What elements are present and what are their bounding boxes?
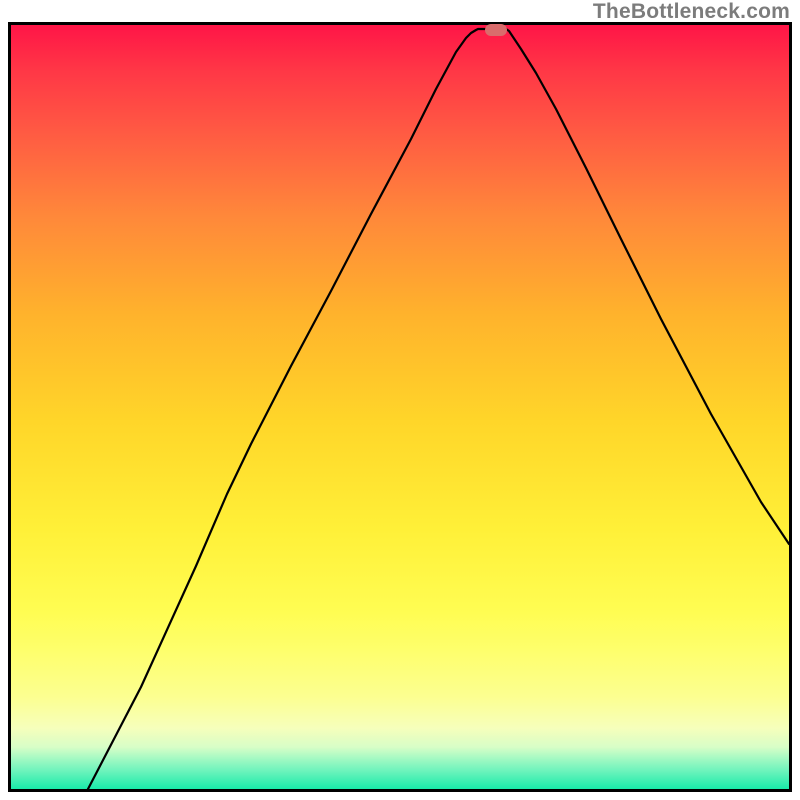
curve-path [88,29,789,789]
optimal-point-marker [485,24,507,36]
bottleneck-curve [11,25,789,789]
chart-frame [8,22,792,792]
watermark-text: TheBottleneck.com [593,0,790,24]
